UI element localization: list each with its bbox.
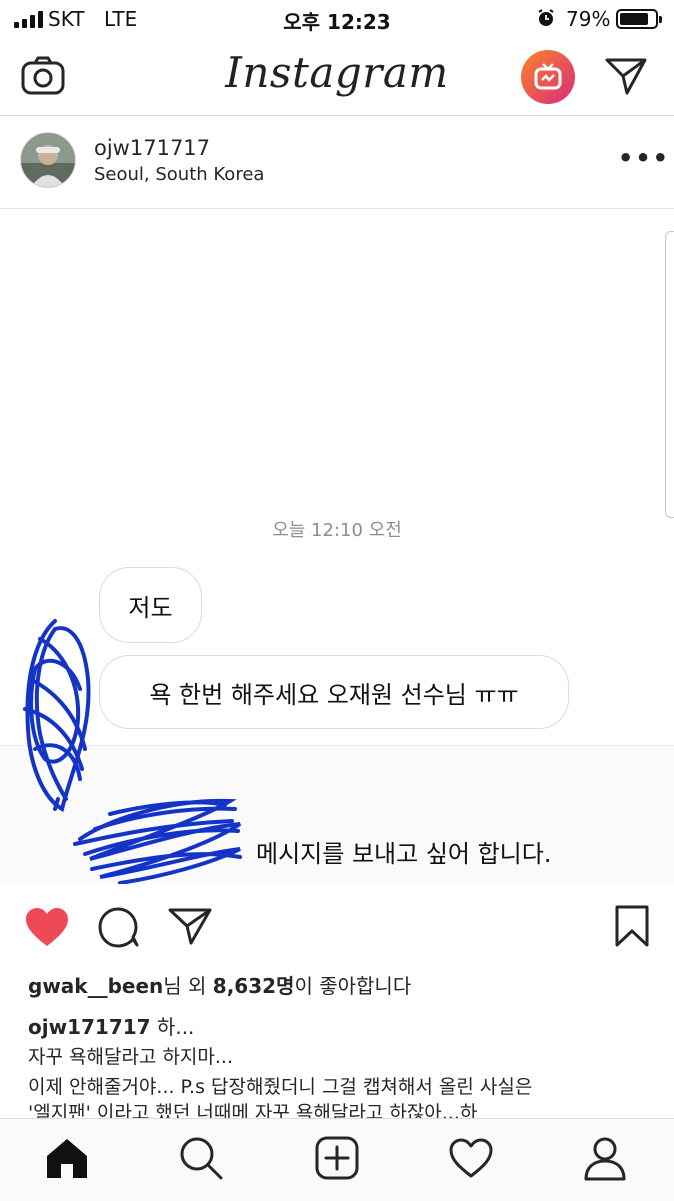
- home-icon[interactable]: [42, 1133, 92, 1183]
- scroll-indicator: [665, 231, 674, 518]
- post-username[interactable]: ojw171717: [94, 136, 210, 160]
- status-bar: SKT LTE 오후 12:23 79%: [0, 0, 674, 40]
- post-actions: [0, 884, 674, 964]
- message-request-text: 메시지를 보내고 싶어 합니다.: [256, 840, 552, 868]
- caption-line: '엘지팬' 이라고 했던 너때메 자꾸 욕해달라고 하잖아...하: [28, 1102, 478, 1120]
- heart-icon[interactable]: [24, 906, 70, 948]
- activity-heart-icon[interactable]: [446, 1133, 496, 1183]
- battery-icon: [616, 9, 662, 29]
- bookmark-icon[interactable]: [614, 904, 650, 948]
- caption-text: 하...: [150, 1015, 195, 1039]
- likes-line[interactable]: gwak__been님 외 8,632명이 좋아합니다: [28, 970, 411, 999]
- top-nav: Instagram: [0, 40, 674, 116]
- message-bubble: 저도: [99, 567, 202, 643]
- caption-line: 이제 안해줄거야... P.s 답장해줬더니 그걸 캡쳐해서 올린 사실은: [28, 1076, 533, 1098]
- battery-percent: 79%: [566, 7, 611, 31]
- avatar[interactable]: [20, 132, 76, 188]
- direct-send-icon[interactable]: [605, 56, 647, 96]
- message-bubble: 욕 한번 해주세요 오재원 선수님 ㅠㅠ: [99, 655, 569, 729]
- bottom-tab-bar: [0, 1118, 674, 1201]
- likes-count: 8,632명: [212, 974, 295, 998]
- liker-username[interactable]: gwak__been: [28, 974, 163, 998]
- igtv-icon[interactable]: [520, 49, 576, 105]
- post-image[interactable]: 오늘 12:10 오전 저도 욕 한번 해주세요 오재원 선수님 ㅠㅠ 메시지를…: [0, 209, 674, 884]
- comment-icon[interactable]: [97, 906, 141, 948]
- search-icon[interactable]: [176, 1133, 226, 1183]
- dm-timestamp: 오늘 12:10 오전: [272, 520, 402, 541]
- caption-line: 자꾸 욕해달라고 하지마...: [28, 1046, 233, 1068]
- alarm-icon: [538, 9, 554, 26]
- caption-username[interactable]: ojw171717: [28, 1015, 151, 1039]
- profile-icon[interactable]: [580, 1133, 630, 1183]
- post-location[interactable]: Seoul, South Korea: [94, 164, 264, 185]
- more-options-button[interactable]: •••: [618, 144, 670, 172]
- likes-prefix: 님 외: [163, 974, 213, 998]
- message-request-area: 메시지를 보내고 싶어 합니다.: [0, 745, 674, 884]
- new-post-icon[interactable]: [312, 1133, 362, 1183]
- likes-suffix: 이 좋아합니다: [294, 974, 412, 998]
- share-icon[interactable]: [168, 906, 212, 946]
- post-header: ojw171717 Seoul, South Korea •••: [0, 116, 674, 209]
- caption-first-line: ojw171717 하...: [28, 1011, 194, 1040]
